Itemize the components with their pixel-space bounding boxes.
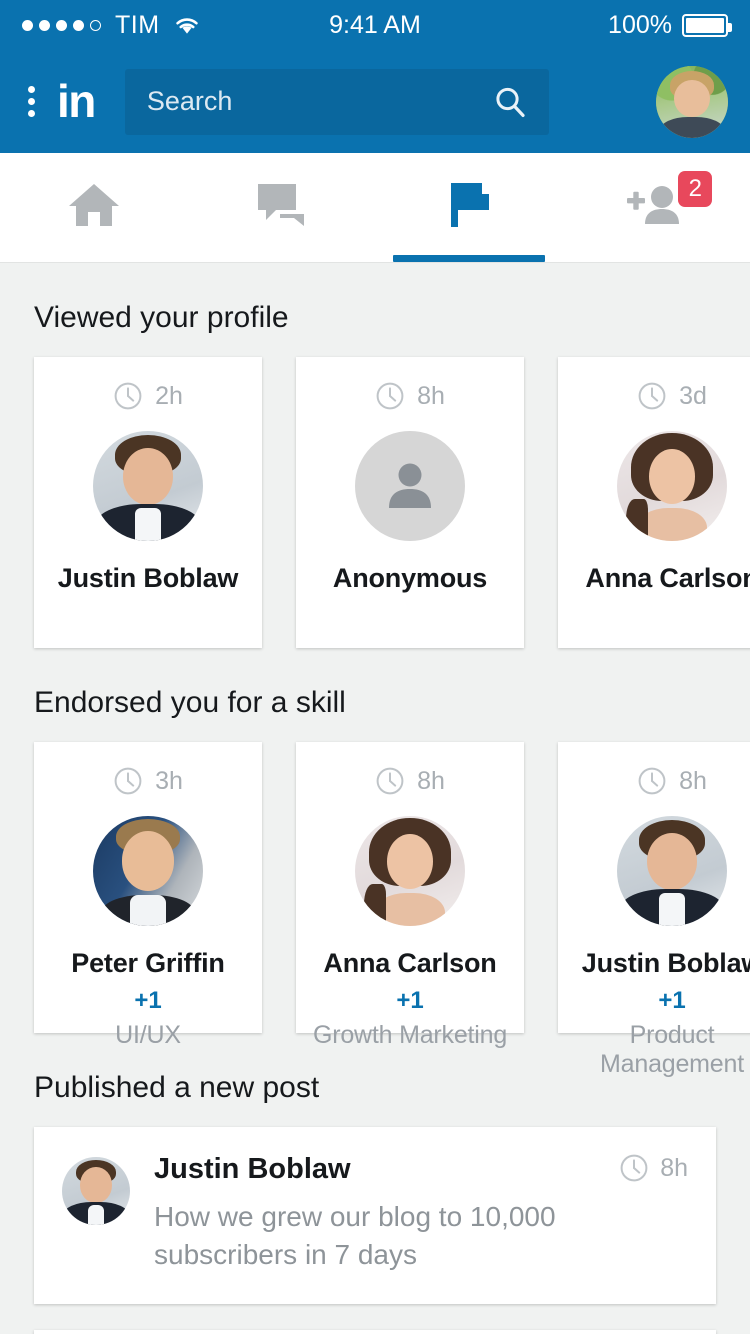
timestamp: 3h bbox=[155, 766, 183, 795]
section-title-endorsed: Endorsed you for a skill bbox=[34, 686, 346, 719]
timestamp: 3d bbox=[679, 381, 707, 410]
flag-icon bbox=[442, 180, 496, 235]
clock-icon bbox=[619, 1153, 649, 1183]
person-name: Peter Griffin bbox=[71, 948, 225, 978]
endorsement-card[interactable]: 8h Anna Carlson +1 Growth Marketing bbox=[296, 742, 524, 1049]
avatar[interactable] bbox=[93, 816, 203, 926]
tab-messaging[interactable] bbox=[188, 153, 376, 262]
avatar[interactable] bbox=[93, 431, 203, 541]
person-name: Anna Carlson bbox=[585, 563, 750, 593]
post-title[interactable]: How we grew our blog to 10,000 subscribe… bbox=[154, 1198, 688, 1274]
profile-view-card[interactable]: 2h Justin Boblaw bbox=[34, 357, 262, 648]
home-icon bbox=[67, 180, 121, 235]
endorsement-card[interactable]: 8h Justin Boblaw +1 Product Management bbox=[558, 742, 750, 1078]
timestamp: 2h bbox=[155, 381, 183, 410]
profile-view-card[interactable]: 3d Anna Carlson bbox=[558, 357, 750, 648]
search-placeholder: Search bbox=[146, 86, 233, 116]
search-icon[interactable] bbox=[493, 85, 527, 119]
viewed-profile-carousel[interactable]: 2h Justin Boblaw 8h Anonymous 3d Anna Ca… bbox=[0, 357, 750, 648]
person-name: Justin Boblaw bbox=[57, 563, 239, 593]
timestamp: 8h bbox=[660, 1153, 688, 1182]
notification-badge: 2 bbox=[678, 171, 713, 207]
card-meta: 8h bbox=[558, 764, 750, 798]
signal-strength-icon bbox=[22, 19, 101, 31]
linkedin-logo[interactable]: in bbox=[57, 78, 96, 124]
content-scroll-area[interactable]: Viewed your profile 2h Justin Boblaw 8h … bbox=[0, 263, 750, 1334]
status-bar-right: 100% bbox=[608, 10, 732, 40]
clock-icon bbox=[637, 381, 667, 411]
post-card[interactable]: Justin Boblaw 8h How we grew our blog to… bbox=[34, 1127, 716, 1305]
carrier-label: TIM bbox=[115, 10, 160, 39]
avatar[interactable] bbox=[617, 431, 727, 541]
timestamp: 8h bbox=[417, 766, 445, 795]
person-name: Anna Carlson bbox=[323, 948, 497, 978]
wifi-icon bbox=[174, 15, 200, 35]
post-content: Justin Boblaw 8h How we grew our blog to… bbox=[154, 1153, 688, 1274]
post-card[interactable]: Justin Boblaw 8h bbox=[34, 1330, 716, 1334]
endorsement-count[interactable]: +1 bbox=[34, 987, 262, 1015]
anonymous-avatar bbox=[355, 431, 465, 541]
card-meta: 2h bbox=[34, 379, 262, 413]
search-input[interactable]: Search bbox=[124, 68, 549, 135]
card-meta: 3d bbox=[558, 379, 750, 413]
timestamp: 8h bbox=[679, 766, 707, 795]
battery-icon bbox=[682, 13, 732, 37]
person-name: Justin Boblaw bbox=[581, 948, 750, 978]
tab-home[interactable] bbox=[0, 153, 188, 262]
clock-icon bbox=[375, 766, 405, 796]
avatar[interactable] bbox=[62, 1157, 130, 1225]
skill-label: Growth Marketing bbox=[312, 1021, 508, 1049]
avatar[interactable] bbox=[355, 816, 465, 926]
active-tab-indicator bbox=[392, 255, 545, 262]
clock-icon bbox=[113, 766, 143, 796]
endorsement-carousel[interactable]: 3h Peter Griffin +1 UI/UX 8h Anna Carlso… bbox=[0, 742, 750, 1078]
post-timestamp: 8h bbox=[619, 1153, 688, 1183]
clock-icon bbox=[375, 381, 405, 411]
kebab-menu-icon[interactable] bbox=[22, 82, 41, 121]
endorsement-count[interactable]: +1 bbox=[296, 987, 524, 1015]
section-title-viewed: Viewed your profile bbox=[34, 301, 289, 334]
post-header: Justin Boblaw 8h bbox=[154, 1153, 688, 1186]
clock-icon bbox=[637, 766, 667, 796]
avatar[interactable] bbox=[617, 816, 727, 926]
tab-my-network[interactable]: 2 bbox=[563, 153, 750, 262]
avatar[interactable] bbox=[656, 65, 728, 138]
status-bar: TIM 9:41 AM 100% bbox=[0, 0, 750, 50]
card-meta: 8h bbox=[296, 764, 524, 798]
status-bar-left: TIM bbox=[22, 11, 200, 40]
timestamp: 8h bbox=[417, 381, 445, 410]
skill-label: UI/UX bbox=[115, 1021, 181, 1049]
app-screen: TIM 9:41 AM 100% in Search 2 Viewed your… bbox=[0, 0, 750, 1334]
clock-icon bbox=[113, 381, 143, 411]
endorsement-card[interactable]: 3h Peter Griffin +1 UI/UX bbox=[34, 742, 262, 1049]
profile-view-card[interactable]: 8h Anonymous bbox=[296, 357, 524, 648]
person-name: Anonymous bbox=[332, 563, 488, 593]
battery-percent-label: 100% bbox=[608, 10, 672, 39]
tab-notifications[interactable] bbox=[375, 153, 563, 262]
card-meta: 8h bbox=[296, 379, 524, 413]
chat-bubbles-icon bbox=[254, 180, 308, 235]
skill-label: Product Management bbox=[600, 1021, 744, 1078]
tab-bar: 2 bbox=[0, 153, 750, 263]
app-header: in Search bbox=[0, 50, 750, 153]
person-icon bbox=[383, 462, 437, 510]
card-meta: 3h bbox=[34, 764, 262, 798]
post-author-name[interactable]: Justin Boblaw bbox=[154, 1153, 619, 1186]
endorsement-count[interactable]: +1 bbox=[558, 987, 750, 1015]
